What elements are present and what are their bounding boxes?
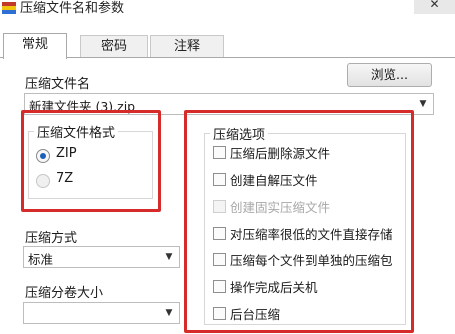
close-button[interactable]: ✕ xyxy=(414,0,455,14)
method-combo[interactable]: 标准 ▼ xyxy=(23,246,180,268)
chevron-down-icon[interactable]: ▼ xyxy=(415,94,431,114)
chevron-down-icon[interactable]: ▼ xyxy=(161,247,177,267)
title-bar: 压缩文件名和参数 ✕ xyxy=(0,0,455,22)
tab-password[interactable]: 密码 xyxy=(80,35,148,58)
format-highlight-box xyxy=(21,110,161,212)
chevron-down-icon[interactable]: ▼ xyxy=(161,303,177,323)
archive-name-label: 压缩文件名 xyxy=(25,77,91,92)
tab-strip: 常规 密码 注释 xyxy=(0,33,455,59)
method-label: 压缩方式 xyxy=(25,231,78,246)
tab-general[interactable]: 常规 xyxy=(3,33,67,59)
method-value: 标准 xyxy=(28,252,54,267)
options-highlight-box xyxy=(184,110,414,333)
tab-divider xyxy=(0,57,455,58)
archive-app-icon xyxy=(2,2,16,16)
split-size-combo[interactable]: ▼ xyxy=(23,302,180,324)
browse-button[interactable]: 浏览... xyxy=(347,63,432,87)
tab-comment[interactable]: 注释 xyxy=(150,35,224,58)
split-size-label: 压缩分卷大小 xyxy=(25,286,104,301)
window-title: 压缩文件名和参数 xyxy=(20,1,125,16)
